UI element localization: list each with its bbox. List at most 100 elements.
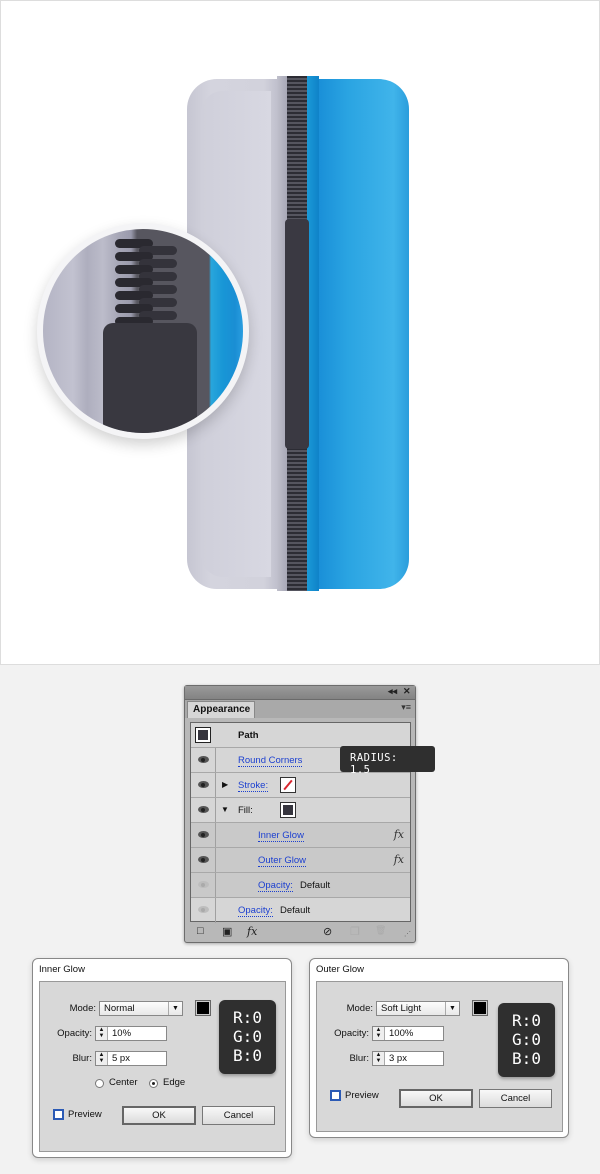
opacity-value: 100% — [389, 1028, 414, 1039]
add-new-stroke-icon[interactable]: □ — [197, 925, 204, 937]
outer-glow-link[interactable]: Outer Glow — [258, 855, 307, 867]
eye-icon[interactable] — [198, 856, 209, 863]
blur-value: 5 px — [112, 1053, 130, 1064]
ok-button[interactable]: OK — [122, 1106, 196, 1125]
rgb-b: B:0 — [512, 1049, 541, 1068]
close-icon[interactable]: ✕ — [403, 686, 411, 697]
blur-value: 3 px — [389, 1053, 407, 1064]
tab-appearance[interactable]: Appearance — [187, 701, 255, 718]
fx-menu-icon[interactable]: fx — [247, 925, 257, 938]
outer-glow-dialog: Outer Glow Mode: Soft Light ▼ Opacity: ▲… — [309, 958, 569, 1138]
edge-radio[interactable] — [149, 1079, 158, 1088]
path-thumbnail — [195, 727, 211, 743]
blur-label: Blur: — [72, 1053, 92, 1064]
eye-icon[interactable] — [198, 756, 209, 763]
center-radio[interactable] — [95, 1079, 104, 1088]
mode-value: Normal — [104, 1003, 135, 1014]
radius-tooltip: RADIUS: 1.5 — [340, 746, 435, 776]
stepper-icon[interactable]: ▲ ▼ — [96, 1027, 108, 1040]
glow-color-swatch[interactable] — [472, 1000, 488, 1016]
tab-row: Appearance ▾≡ — [185, 700, 415, 718]
path-header-row[interactable]: Path — [191, 723, 410, 748]
eye-icon[interactable] — [198, 806, 209, 813]
magnified-puller — [103, 323, 197, 433]
rgb-readout: R:0 G:0 B:0 — [219, 1000, 276, 1074]
blur-input[interactable]: ▲ ▼ 5 px — [95, 1051, 167, 1066]
fill-label: Fill: — [238, 805, 253, 816]
artboard — [0, 0, 600, 665]
magnifier-circle — [37, 223, 249, 439]
eye-icon[interactable] — [198, 781, 209, 788]
add-new-fill-icon[interactable]: ▣ — [222, 925, 232, 938]
ok-button[interactable]: OK — [399, 1089, 473, 1108]
blur-input[interactable]: ▲ ▼ 3 px — [372, 1051, 444, 1066]
cancel-button[interactable]: Cancel — [479, 1089, 552, 1108]
mode-select[interactable]: Soft Light ▼ — [376, 1001, 460, 1016]
chevron-down-icon: ▼ — [445, 1002, 459, 1015]
round-corners-link[interactable]: Round Corners — [238, 755, 303, 767]
edge-label: Edge — [163, 1077, 186, 1088]
appearance-panel: ◂◂ ✕ Appearance ▾≡ Path Round Corners ▶ … — [184, 685, 416, 943]
inner-glow-dialog: Inner Glow Mode: Normal ▼ Opacity: ▲ ▼ 10… — [32, 958, 292, 1158]
rgb-r: R:0 — [512, 1011, 541, 1030]
panel-titlebar[interactable]: ◂◂ ✕ — [185, 686, 415, 700]
stroke-row[interactable]: ▶ Stroke: — [191, 773, 410, 798]
mode-label: Mode: — [69, 1003, 96, 1014]
resize-grip-icon[interactable]: ⋰ — [404, 930, 411, 938]
opacity-input[interactable]: ▲ ▼ 100% — [372, 1026, 444, 1041]
dialog-title: Inner Glow — [39, 964, 85, 975]
magnified-teeth — [115, 239, 183, 329]
glow-color-swatch[interactable] — [195, 1000, 211, 1016]
opacity-value: Default — [280, 905, 311, 916]
fill-opacity-row[interactable]: Opacity: Default — [191, 873, 410, 898]
fx-icon: fx — [393, 828, 404, 841]
inner-glow-link[interactable]: Inner Glow — [258, 830, 304, 842]
preview-checkbox[interactable] — [330, 1090, 341, 1101]
delete-item-icon: 🗑 — [375, 925, 387, 935]
eye-icon-disabled — [198, 881, 209, 888]
preview-checkbox[interactable] — [53, 1109, 64, 1120]
dialog-body: Mode: Normal ▼ Opacity: ▲ ▼ 10% Blur: ▲ ▼ … — [39, 981, 286, 1152]
mode-value: Soft Light — [381, 1003, 422, 1014]
stroke-swatch-none[interactable] — [280, 777, 296, 793]
chevron-down-icon: ▼ — [168, 1002, 182, 1015]
collapse-triangle-icon[interactable]: ▼ — [221, 805, 229, 814]
case-right-body — [307, 79, 409, 589]
fill-opacity-link[interactable]: Opacity: — [258, 880, 293, 892]
blur-label: Blur: — [349, 1053, 369, 1064]
preview-label: Preview — [68, 1109, 102, 1120]
opacity-value: 10% — [112, 1028, 132, 1039]
collapse-icon[interactable]: ◂◂ — [388, 686, 397, 697]
duplicate-item-icon: ❐ — [350, 926, 360, 938]
stroke-link[interactable]: Stroke: — [238, 780, 269, 792]
opacity-label: Opacity: — [57, 1028, 92, 1039]
opacity-row[interactable]: Opacity: Default — [191, 898, 410, 923]
fill-row[interactable]: ▼ Fill: — [191, 798, 410, 823]
opacity-label: Opacity: — [334, 1028, 369, 1039]
fx-icon: fx — [393, 853, 404, 866]
clear-appearance-icon[interactable]: ⊘ — [323, 925, 332, 938]
dialog-body: Mode: Soft Light ▼ Opacity: ▲ ▼ 100% Blur… — [316, 981, 563, 1132]
panel-toolbar: □ ▣ fx ⊘ ❐ 🗑 ⋰ — [185, 922, 415, 942]
panel-menu-icon[interactable]: ▾≡ — [401, 702, 411, 713]
magnified-zipper — [43, 229, 243, 433]
opacity-link[interactable]: Opacity: — [238, 905, 273, 917]
cancel-button[interactable]: Cancel — [202, 1106, 275, 1125]
inner-glow-row[interactable]: Inner Glow fx — [191, 823, 410, 848]
opacity-input[interactable]: ▲ ▼ 10% — [95, 1026, 167, 1041]
expand-triangle-icon[interactable]: ▶ — [222, 780, 228, 789]
zipper-puller — [285, 219, 309, 449]
stepper-icon[interactable]: ▲ ▼ — [373, 1052, 385, 1065]
mode-select[interactable]: Normal ▼ — [99, 1001, 183, 1016]
eye-icon[interactable] — [198, 831, 209, 838]
stepper-icon[interactable]: ▲ ▼ — [373, 1027, 385, 1040]
rgb-r: R:0 — [233, 1008, 262, 1027]
mode-label: Mode: — [346, 1003, 373, 1014]
rgb-b: B:0 — [233, 1046, 262, 1065]
dialog-title: Outer Glow — [316, 964, 365, 975]
outer-glow-row[interactable]: Outer Glow fx — [191, 848, 410, 873]
eye-icon-disabled — [198, 906, 209, 913]
stepper-icon[interactable]: ▲ ▼ — [96, 1052, 108, 1065]
center-label: Center — [109, 1077, 138, 1088]
fill-swatch[interactable] — [280, 802, 296, 818]
